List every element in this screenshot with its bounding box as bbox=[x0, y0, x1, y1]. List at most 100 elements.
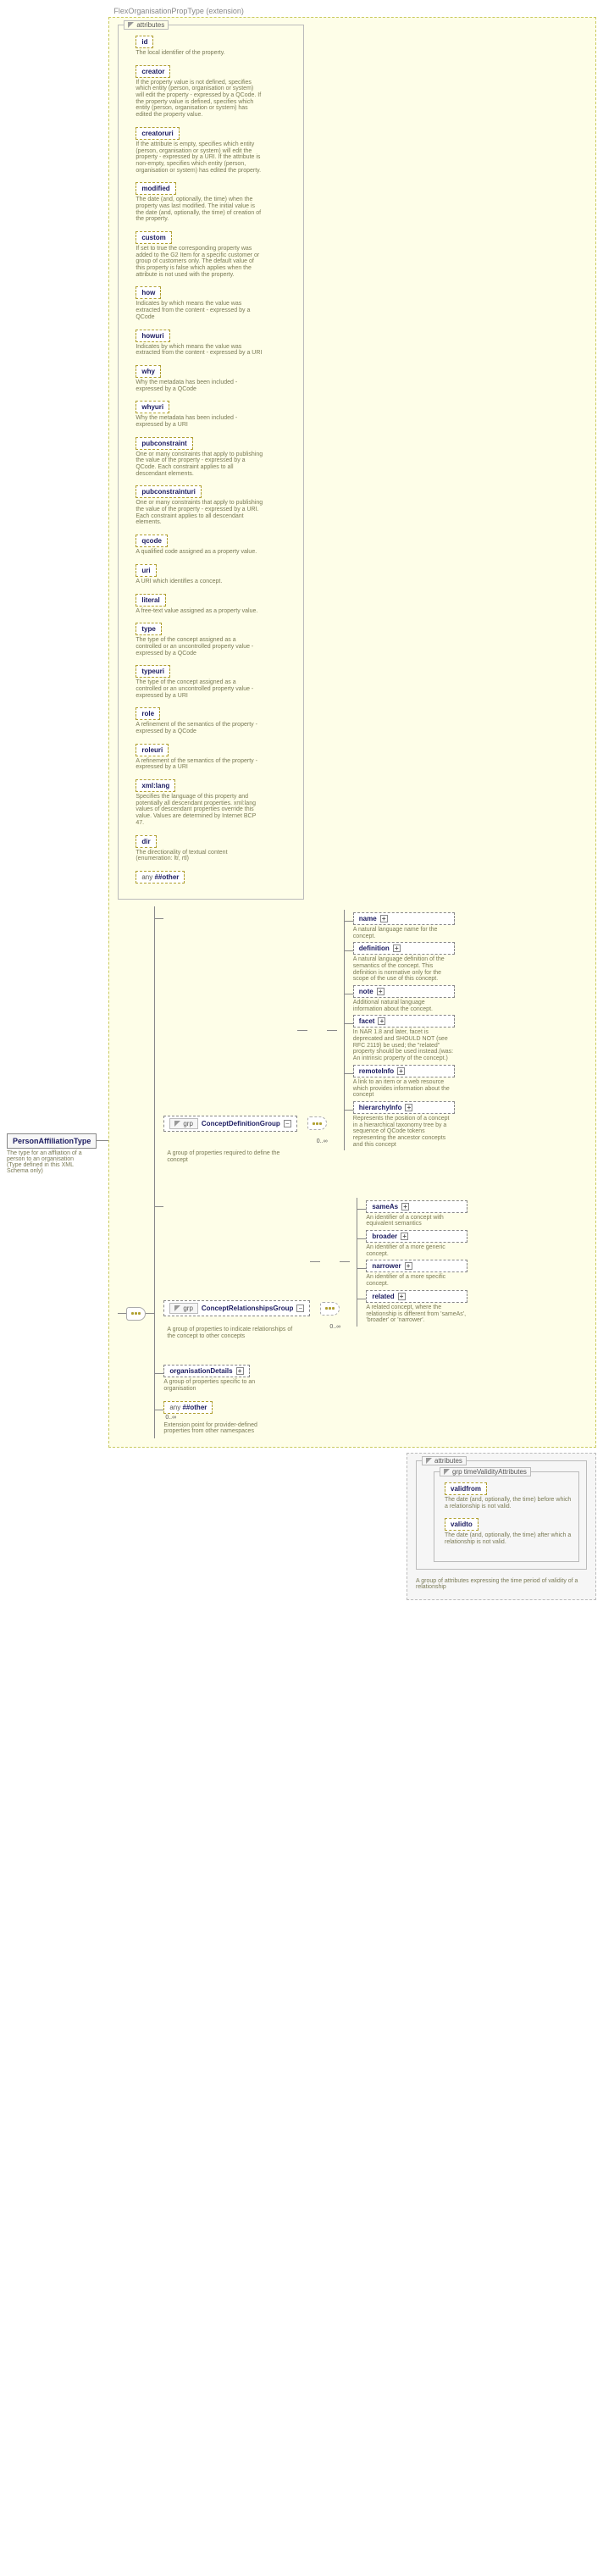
expand-icon[interactable]: + bbox=[398, 1293, 406, 1300]
expand-icon[interactable]: + bbox=[393, 945, 401, 952]
element-box[interactable]: broader+ bbox=[366, 1230, 467, 1243]
attribute-name: id bbox=[136, 36, 153, 48]
element-desc: An identifier of a more specific concept… bbox=[366, 1274, 467, 1287]
attribute-name: uri bbox=[136, 564, 156, 577]
attribute-name: creatoruri bbox=[136, 127, 179, 140]
expand-icon[interactable]: + bbox=[378, 1017, 385, 1025]
element-desc: A link to an item or a web resource whic… bbox=[353, 1079, 455, 1099]
sequence-widget bbox=[126, 1307, 146, 1321]
attribute-custom: customIf set to true the corresponding p… bbox=[136, 231, 296, 278]
attribute-desc: Why the metadata has been included - exp… bbox=[136, 415, 263, 428]
element-desc: In NAR 1.8 and later, facet is deprecate… bbox=[353, 1029, 455, 1061]
attribute-desc: One or many constraints that apply to pu… bbox=[136, 500, 263, 526]
element-box[interactable]: definition+ bbox=[353, 942, 455, 955]
element-sameAs: sameAs+ An identifier of a concept with e… bbox=[366, 1200, 467, 1227]
element-box[interactable]: narrower+ bbox=[366, 1260, 467, 1272]
collapse-icon[interactable]: − bbox=[284, 1120, 291, 1127]
element-box[interactable]: facet+ bbox=[353, 1015, 455, 1028]
element-box[interactable]: remoteInfo+ bbox=[353, 1065, 455, 1077]
crg-children: sameAs+ An identifier of a concept with e… bbox=[357, 1198, 467, 1327]
attribute-literal: literalA free-text value assigned as a p… bbox=[136, 594, 296, 615]
attribute-modified: modifiedThe date (and, optionally, the t… bbox=[136, 182, 296, 223]
concept-relationships-group-box[interactable]: grp ConceptRelationshipsGroup − bbox=[163, 1300, 310, 1316]
attribute-desc: If the attribute is empty, specifies whi… bbox=[136, 141, 263, 174]
element-facet: facet+In NAR 1.8 and later, facet is dep… bbox=[353, 1015, 455, 1061]
element-box[interactable]: hierarchyInfo+ bbox=[353, 1101, 455, 1114]
element-narrower: narrower+ An identifier of a more specifi… bbox=[366, 1260, 467, 1287]
diagram-root: PersonAffiliationType The type for an af… bbox=[7, 7, 596, 1600]
attribute-role: roleA refinement of the semantics of the… bbox=[136, 707, 296, 734]
element-remoteInfo: remoteInfo+ A link to an item or a web re… bbox=[353, 1065, 455, 1099]
attribute-name: creator bbox=[136, 65, 170, 78]
element-desc: An identifier of a more generic concept. bbox=[366, 1244, 467, 1257]
attribute-name: typeuri bbox=[136, 665, 170, 678]
attribute-desc: A URI which identifies a concept. bbox=[136, 579, 263, 585]
expand-icon[interactable]: + bbox=[405, 1262, 412, 1270]
organisation-details-box[interactable]: organisationDetails + bbox=[163, 1365, 249, 1377]
attribute-roleuri: roleuri A refinement of the semantics of … bbox=[136, 744, 296, 771]
element-hierarchyInfo: hierarchyInfo+ Represents the position of… bbox=[353, 1101, 455, 1148]
attribute-desc: The type of the concept assigned as a co… bbox=[136, 679, 263, 699]
cdg-desc: A group of properties required to define… bbox=[167, 1150, 285, 1163]
attribute-name: dir bbox=[136, 835, 156, 848]
element-box[interactable]: sameAs+ bbox=[366, 1200, 467, 1213]
attribute-validto: validtoThe date (and, optionally, the ti… bbox=[445, 1518, 572, 1545]
expand-icon[interactable]: + bbox=[236, 1367, 244, 1375]
sequence-row: grp ConceptDefinitionGroup − 0..∞ bbox=[118, 906, 587, 1438]
expand-icon[interactable]: + bbox=[401, 1233, 408, 1240]
attribute-desc: The date (and, optionally, the time) bef… bbox=[445, 1497, 572, 1510]
attribute-name: howuri bbox=[136, 330, 169, 342]
element-definition: definition+A natural language definition… bbox=[353, 942, 455, 983]
attribute-xml-lang: xml:lang Specifies the language of this p… bbox=[136, 779, 296, 826]
attribute-name: pubconstraint bbox=[136, 437, 192, 450]
attribute-name: xml:lang bbox=[136, 779, 175, 792]
attribute-whyuri: whyuri Why the metadata has been included… bbox=[136, 401, 296, 428]
attribute-name: literal bbox=[136, 594, 165, 607]
attribute-name: qcode bbox=[136, 535, 168, 547]
attribute-name: modified bbox=[136, 182, 175, 195]
attribute-typeuri: typeuriThe type of the concept assigned … bbox=[136, 665, 296, 699]
attribute-name: type bbox=[136, 623, 161, 635]
element-name: name+A natural language name for the con… bbox=[353, 912, 455, 939]
expand-icon[interactable]: + bbox=[401, 1203, 409, 1210]
concept-relationships-group-row: grp ConceptRelationshipsGroup − 0..∞ bbox=[163, 1198, 467, 1327]
any-element-row: any ##other 0..∞ Extension point for pro… bbox=[163, 1401, 467, 1435]
validity-desc: A group of attributes expressing the tim… bbox=[416, 1578, 585, 1591]
element-desc: Represents the position of a concept in … bbox=[353, 1116, 455, 1148]
attribute-uri: uri A URI which identifies a concept. bbox=[136, 564, 296, 585]
organisation-details-desc: A group of properties specific to an org… bbox=[163, 1379, 265, 1392]
attribute-desc: Indicates by which means the value was e… bbox=[136, 301, 263, 320]
attribute-desc: If the property value is not defined, sp… bbox=[136, 80, 263, 119]
element-desc: An identifier of a concept with equivale… bbox=[366, 1215, 467, 1227]
element-box[interactable]: name+ bbox=[353, 912, 455, 925]
attribute-name: roleuri bbox=[136, 744, 169, 756]
concept-definition-group-box[interactable]: grp ConceptDefinitionGroup − bbox=[163, 1116, 296, 1132]
attribute-name: whyuri bbox=[136, 401, 169, 413]
expand-icon[interactable]: + bbox=[377, 988, 384, 995]
cdg-children: name+A natural language name for the con… bbox=[344, 910, 455, 1150]
sequence-widget bbox=[307, 1116, 327, 1130]
attribute-desc: The type of the concept assigned as a co… bbox=[136, 637, 263, 656]
element-box[interactable]: related+ bbox=[366, 1290, 467, 1303]
collapse-icon[interactable]: − bbox=[296, 1305, 304, 1312]
attribute-name: pubconstrainturi bbox=[136, 485, 202, 498]
attribute-desc: Indicates by which means the value was e… bbox=[136, 344, 263, 357]
attribute-desc: One or many constraints that apply to pu… bbox=[136, 451, 263, 478]
expand-icon[interactable]: + bbox=[405, 1104, 412, 1111]
attribute-why: whyWhy the metadata has been included - … bbox=[136, 365, 296, 392]
sequence-children: grp ConceptDefinitionGroup − 0..∞ bbox=[154, 906, 467, 1438]
attribute-desc: A refinement of the semantics of the pro… bbox=[136, 758, 263, 771]
expand-icon[interactable]: + bbox=[380, 915, 388, 922]
main-column: FlexOrganisationPropType (extension) att… bbox=[108, 7, 596, 1600]
attribute-qcode: qcodeA qualified code assigned as a prop… bbox=[136, 535, 296, 556]
any-element-desc: Extension point for provider-defined pro… bbox=[163, 1422, 265, 1435]
attribute-pubconstrainturi: pubconstrainturi One or many constraints … bbox=[136, 485, 296, 526]
any-attribute: any ##other bbox=[136, 871, 296, 884]
element-box[interactable]: note+ bbox=[353, 985, 455, 998]
attribute-dir: dirThe directionality of textual content… bbox=[136, 835, 296, 862]
element-broader: broader+An identifier of a more generic … bbox=[366, 1230, 467, 1257]
attributes-box: attributes idThe local identifier of the… bbox=[118, 25, 304, 900]
attribute-desc: Specifies the language of this property … bbox=[136, 794, 263, 826]
expand-icon[interactable]: + bbox=[397, 1067, 405, 1075]
attribute-desc: A refinement of the semantics of the pro… bbox=[136, 722, 263, 734]
